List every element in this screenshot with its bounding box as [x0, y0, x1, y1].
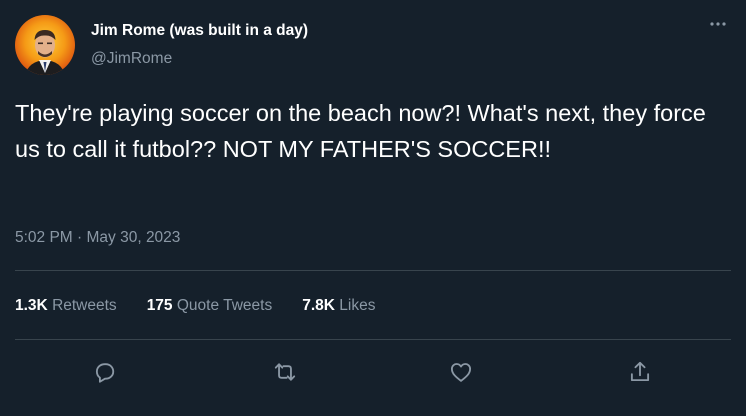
reply-icon — [95, 363, 115, 383]
retweets-stat[interactable]: 1.3K Retweets — [15, 297, 117, 315]
divider — [15, 339, 731, 340]
retweets-label: Retweets — [52, 297, 117, 314]
like-button[interactable] — [444, 355, 478, 389]
author-handle[interactable]: @JimRome — [91, 50, 172, 68]
likes-stat[interactable]: 7.8K Likes — [302, 297, 375, 315]
tweet-timestamp[interactable]: 5:02 PM · May 30, 2023 — [15, 229, 180, 247]
reply-button[interactable] — [88, 355, 122, 389]
retweet-button[interactable] — [268, 355, 302, 389]
engagement-stats: 1.3K Retweets 175 Quote Tweets 7.8K Like… — [15, 297, 405, 315]
likes-label: Likes — [339, 297, 376, 314]
likes-count: 7.8K — [302, 297, 340, 314]
more-icon — [710, 22, 726, 26]
retweet-icon — [274, 363, 296, 381]
tweet-text: They're playing soccer on the beach now?… — [15, 100, 706, 162]
like-icon — [450, 363, 472, 382]
share-button[interactable] — [623, 355, 657, 389]
avatar-image — [15, 15, 75, 75]
more-options-button[interactable] — [702, 14, 734, 34]
tweet-actions-bar — [0, 355, 746, 389]
quote-tweets-count: 175 — [146, 297, 177, 314]
divider — [15, 270, 731, 271]
quote-tweets-stat[interactable]: 175 Quote Tweets — [147, 297, 273, 315]
author-display-name[interactable]: Jim Rome (was built in a day) — [91, 22, 308, 40]
retweets-count: 1.3K — [15, 297, 53, 314]
share-icon — [630, 361, 650, 382]
avatar[interactable] — [15, 15, 75, 75]
quote-tweets-label: Quote Tweets — [176, 297, 273, 314]
